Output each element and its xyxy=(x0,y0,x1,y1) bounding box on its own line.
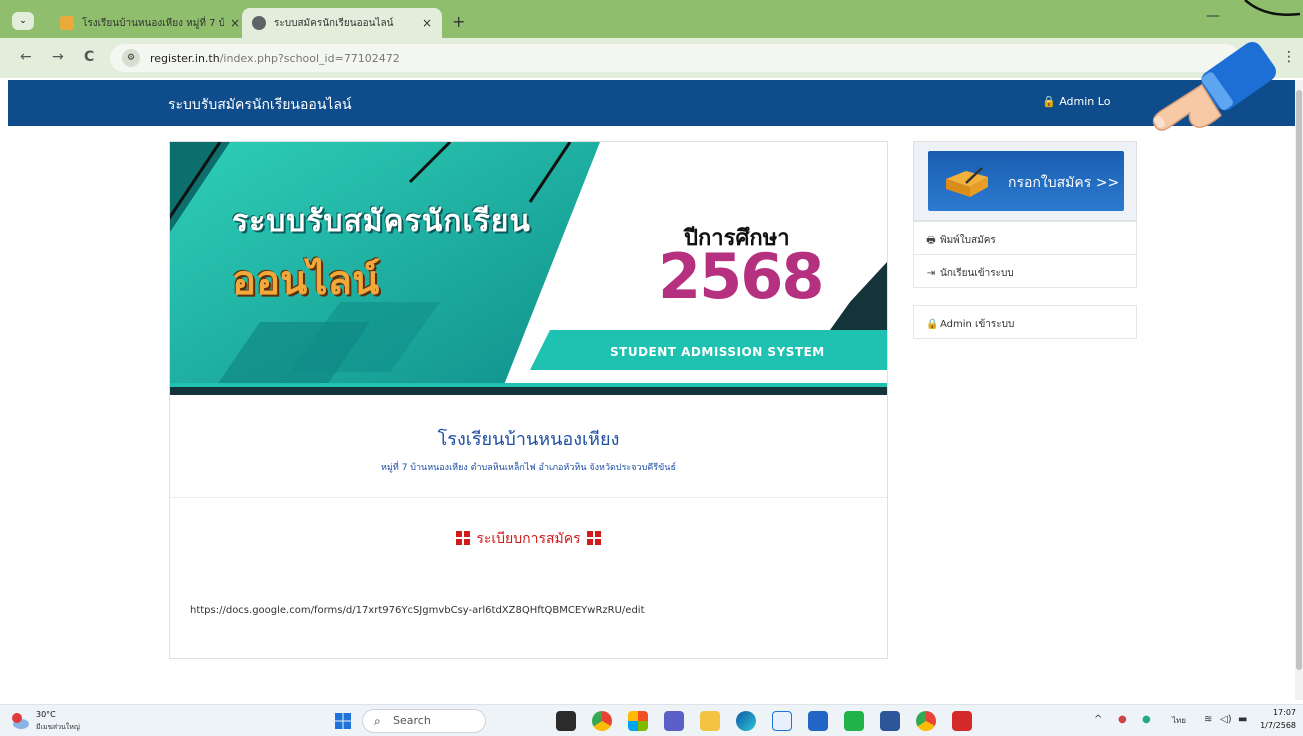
teams-icon[interactable] xyxy=(664,711,684,731)
globe-icon xyxy=(252,16,266,30)
google-form-link[interactable]: https://docs.google.com/forms/d/17xrt976… xyxy=(190,605,645,616)
weather-condition[interactable]: มีเมฆส่วนใหญ่ xyxy=(36,722,80,733)
print-form-label: พิมพ์ใบสมัคร xyxy=(940,235,996,246)
site-brand[interactable]: ระบบรับสมัครนักเรียนออนไลน์ xyxy=(168,94,352,116)
admin-sidebar-label: Admin เข้าระบบ xyxy=(940,319,1015,330)
school-name: โรงเรียนบ้านหนองเหียง xyxy=(437,429,620,450)
print-form-link[interactable]: 🖶 พิมพ์ใบสมัคร xyxy=(913,221,1137,255)
new-tab-button[interactable]: + xyxy=(452,12,465,31)
search-icon: ⌕ xyxy=(374,714,381,728)
site-info-icon[interactable]: ⚙ xyxy=(122,49,140,67)
store-icon[interactable] xyxy=(808,711,828,731)
pen-paper-icon xyxy=(946,167,988,197)
print-icon: 🖶 xyxy=(926,235,936,246)
academic-year: 2568 xyxy=(658,240,825,313)
back-button[interactable]: ← xyxy=(20,49,32,65)
close-tab-icon[interactable]: × xyxy=(230,16,240,30)
photos-icon[interactable] xyxy=(628,711,648,731)
volume-icon[interactable]: ◁) xyxy=(1220,714,1232,725)
tab-title: ระบบสมัครนักเรียนออนไลน์ xyxy=(274,17,394,29)
url-path: /index.php?school_id=77102472 xyxy=(219,51,400,65)
school-address: หมู่ที่ 7 บ้านหนองเหียง ตำบลหินเหล็กไฟ อ… xyxy=(381,463,676,473)
chrome-icon[interactable] xyxy=(592,711,612,731)
word-icon[interactable] xyxy=(880,711,900,731)
grid-icon xyxy=(456,531,471,545)
main-panel: ระบบรับสมัครนักเรียน ออนไลน์ ปีการศึกษา … xyxy=(169,141,888,659)
address-bar[interactable]: ⚙ register.in.th/index.php?school_id=771… xyxy=(110,44,1240,72)
reload-button[interactable]: C xyxy=(84,49,94,65)
tab-registration[interactable]: ระบบสมัครนักเรียนออนไลน์ × xyxy=(242,8,442,38)
url-host: register.in.th xyxy=(150,51,220,65)
student-login-label: นักเรียนเข้าระบบ xyxy=(940,268,1014,279)
taskbar-search[interactable]: ⌕ Search xyxy=(362,709,486,733)
weather-temperature[interactable]: 30°C xyxy=(36,710,56,719)
close-tab-icon[interactable]: × xyxy=(422,16,432,30)
windows-start-icon[interactable] xyxy=(335,713,351,729)
tab-school-website[interactable]: โรงเรียนบ้านหนองเหียง หมู่ที่ 7 บ้านห × xyxy=(50,8,250,38)
task-view-icon[interactable] xyxy=(556,711,576,731)
apply-form-label: กรอกใบสมัคร >> xyxy=(1008,175,1120,191)
tray-drive-icon[interactable]: ● xyxy=(1142,714,1151,725)
tray-overflow-icon[interactable]: ^ xyxy=(1094,714,1102,725)
rules-heading: ระเบียบการสมัคร xyxy=(170,528,887,550)
line-icon[interactable] xyxy=(844,711,864,731)
grid-icon xyxy=(586,531,601,545)
school-info: โรงเรียนบ้านหนองเหียง หมู่ที่ 7 บ้านหนอง… xyxy=(170,402,887,498)
admission-banner: ระบบรับสมัครนักเรียน ออนไลน์ ปีการศึกษา … xyxy=(170,142,887,395)
banner-title-line1: ระบบรับสมัครนักเรียน xyxy=(232,204,531,239)
wifi-icon[interactable]: ≋ xyxy=(1204,714,1212,725)
pdf-icon[interactable] xyxy=(952,711,972,731)
chrome-profile-icon[interactable] xyxy=(916,711,936,731)
clock-date[interactable]: 1/7/2568 xyxy=(1246,721,1296,730)
tab-title: โรงเรียนบ้านหนองเหียง หมู่ที่ 7 บ้านห xyxy=(82,17,224,29)
school-favicon-icon xyxy=(60,16,74,30)
student-login-link[interactable]: ⇥ นักเรียนเข้าระบบ xyxy=(913,254,1137,288)
lock-icon: 🔒 xyxy=(926,319,939,330)
banner-subtitle: STUDENT ADMISSION SYSTEM xyxy=(610,345,825,359)
weather-cloud-icon[interactable] xyxy=(10,711,30,731)
pointing-hand-icon xyxy=(1152,0,1301,131)
tray-app-icon[interactable]: ● xyxy=(1118,714,1127,725)
banner-title-line2: ออนไลน์ xyxy=(232,258,380,304)
forward-button[interactable]: → xyxy=(52,49,64,65)
scrollbar-thumb[interactable] xyxy=(1296,90,1302,670)
language-indicator[interactable]: ไทย xyxy=(1172,714,1186,727)
search-placeholder: Search xyxy=(393,714,431,727)
login-icon: ⇥ xyxy=(926,268,936,279)
file-explorer-icon[interactable] xyxy=(700,711,720,731)
page-scrollbar[interactable] xyxy=(1295,80,1303,700)
edge-icon[interactable] xyxy=(736,711,756,731)
lock-icon: 🔒 xyxy=(1042,95,1056,108)
amazon-icon[interactable] xyxy=(772,711,792,731)
clock-time[interactable]: 17:07 xyxy=(1262,708,1296,717)
rules-title: ระเบียบการสมัคร xyxy=(476,531,581,547)
admin-login-sidebar-link[interactable]: 🔒 Admin เข้าระบบ xyxy=(913,305,1137,339)
windows-taskbar: 30°C มีเมฆส่วนใหญ่ ⌕ Search ^ ● ● ไทย ≋ … xyxy=(0,704,1303,736)
tab-search-button[interactable]: ⌄ xyxy=(12,12,34,30)
